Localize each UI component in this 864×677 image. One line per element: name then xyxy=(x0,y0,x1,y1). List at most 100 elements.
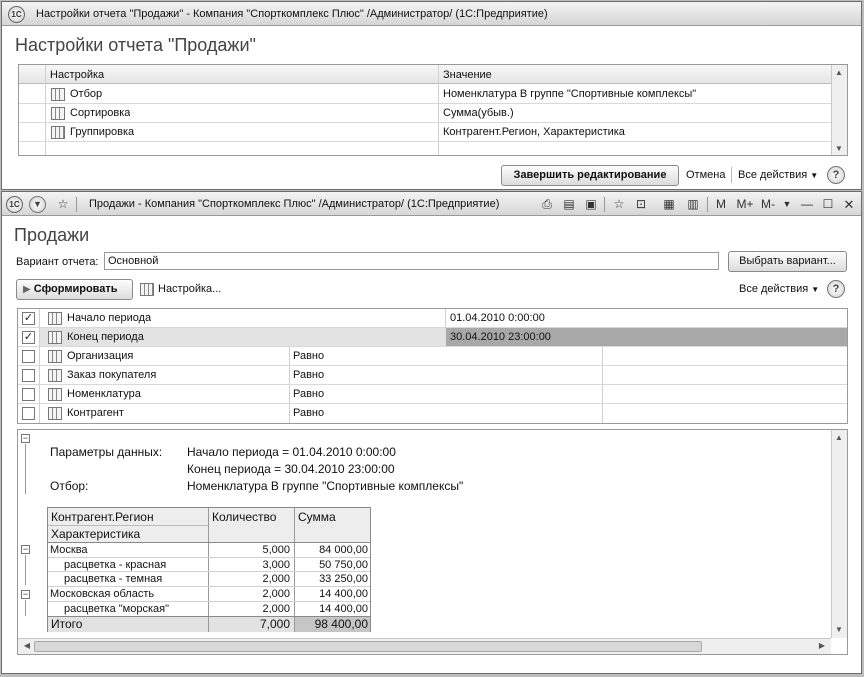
scroll-up-icon[interactable]: ▲ xyxy=(832,431,846,445)
finish-editing-button[interactable]: Завершить редактирование xyxy=(501,165,679,186)
total-quantity: 7,000 xyxy=(259,617,290,631)
parameter-icon xyxy=(48,388,62,401)
parameter-icon xyxy=(48,312,62,325)
param-condition[interactable]: Равно xyxy=(293,385,324,403)
scroll-up-icon[interactable]: ▲ xyxy=(832,66,846,80)
minimize-icon[interactable]: — xyxy=(800,196,814,213)
param-line-start: Начало периода = 01.04.2010 0:00:00 xyxy=(187,445,396,459)
calculator-icon[interactable]: ▦ xyxy=(661,196,677,213)
param-line-end: Конец периода = 30.04.2010 23:00:00 xyxy=(187,462,395,476)
row-quantity: 2,000 xyxy=(262,603,290,615)
param-name: Заказ покупателя xyxy=(67,369,157,381)
maximize-icon[interactable]: ☐ xyxy=(821,196,835,213)
column-header-quantity: Количество xyxy=(212,510,277,524)
preview-icon[interactable]: ▤ xyxy=(561,196,577,213)
param-name: Начало периода xyxy=(67,312,152,324)
param-condition[interactable]: Равно xyxy=(293,366,324,384)
scrollbar-thumb[interactable] xyxy=(34,641,702,652)
param-checkbox[interactable] xyxy=(22,388,35,401)
all-actions-label: Все действия xyxy=(738,169,808,181)
parameter-icon xyxy=(48,350,62,363)
param-value[interactable]: 30.04.2010 23:00:00 xyxy=(450,328,551,346)
column-header-setting[interactable]: Настройка xyxy=(50,66,430,84)
param-checkbox[interactable] xyxy=(22,407,35,420)
param-condition[interactable]: Равно xyxy=(293,404,324,422)
favorites-icon[interactable]: ☆ xyxy=(611,196,627,213)
memory-plus-button[interactable]: M+ xyxy=(735,196,755,213)
collapse-icon[interactable]: − xyxy=(21,545,30,554)
scroll-down-icon[interactable]: ▼ xyxy=(832,142,846,155)
filter-value: Номенклатура В группе "Спортивные компле… xyxy=(187,479,464,493)
all-actions-label: Все действия xyxy=(739,283,809,295)
setting-name: Сортировка xyxy=(70,107,131,119)
vertical-scrollbar[interactable]: ▲ ▼ xyxy=(831,430,847,638)
variant-field[interactable]: Основной xyxy=(104,252,719,270)
setting-name: Отбор xyxy=(70,88,103,100)
history-icon[interactable]: ⊡ xyxy=(633,196,649,213)
scroll-left-icon[interactable]: ◀ xyxy=(20,639,34,653)
param-name: Конец периода xyxy=(67,331,144,343)
report-settings-window: 1С Настройки отчета "Продажи" - Компания… xyxy=(1,1,862,190)
page-title: Настройки отчета "Продажи" xyxy=(15,35,256,55)
params-label: Параметры данных: xyxy=(50,445,163,459)
help-icon[interactable]: ? xyxy=(827,166,845,184)
param-checkbox[interactable] xyxy=(22,369,35,382)
row-quantity: 3,000 xyxy=(262,559,290,571)
row-label: Москва xyxy=(50,544,88,556)
parameters-table: ✓ Начало периода 01.04.2010 0:00:00 ✓ Ко… xyxy=(17,308,848,424)
play-icon: ▶ xyxy=(23,284,31,295)
sales-report-window: 1С ▼ ☆ Продажи - Компания "Спорткомплекс… xyxy=(1,191,862,674)
help-icon[interactable]: ? xyxy=(827,280,845,298)
param-checkbox[interactable]: ✓ xyxy=(22,312,35,325)
param-condition[interactable]: Равно xyxy=(293,347,324,365)
dropdown-arrow-icon: ▼ xyxy=(810,171,819,180)
close-icon[interactable]: ✕ xyxy=(842,196,856,213)
scroll-down-icon[interactable]: ▼ xyxy=(832,623,846,637)
window-title: Продажи - Компания "Спорткомплекс Плюс" … xyxy=(89,198,500,210)
window-titlebar: 1С ▼ ☆ Продажи - Компания "Спорткомплекс… xyxy=(2,192,861,216)
row-label: Московская область xyxy=(50,588,155,600)
parameter-icon xyxy=(48,331,62,344)
param-value[interactable]: 01.04.2010 0:00:00 xyxy=(450,309,545,327)
calendar-icon[interactable]: ▥ xyxy=(685,196,701,213)
report-table: Контрагент.Регион Характеристика Количес… xyxy=(47,507,371,632)
choose-variant-button[interactable]: Выбрать вариант... xyxy=(728,251,847,272)
generate-button-label: Сформировать xyxy=(33,283,118,295)
chevron-down-icon[interactable]: ▼ xyxy=(780,196,794,213)
collapse-icon[interactable]: − xyxy=(21,434,30,443)
cancel-button[interactable]: Отмена xyxy=(686,169,725,181)
memory-minus-button[interactable]: M- xyxy=(759,196,777,213)
all-actions-menu[interactable]: Все действия ▼ xyxy=(739,283,819,295)
column-header-characteristic: Характеристика xyxy=(51,527,141,541)
print-icon[interactable]: ⎙ xyxy=(539,196,555,213)
setting-value: Контрагент.Регион, Характеристика xyxy=(443,126,625,138)
column-header-value[interactable]: Значение xyxy=(443,66,823,84)
save-icon[interactable]: ▣ xyxy=(583,196,599,213)
collapse-icon[interactable]: − xyxy=(21,590,30,599)
memory-m-button[interactable]: M xyxy=(714,196,728,213)
variant-label: Вариант отчета: xyxy=(16,256,99,268)
app-logo-icon[interactable]: 1С xyxy=(6,196,23,213)
column-header-region: Контрагент.Регион xyxy=(51,510,154,524)
total-sum: 98 400,00 xyxy=(314,617,368,631)
all-actions-menu[interactable]: Все действия ▼ xyxy=(738,169,818,181)
parameter-icon xyxy=(48,407,62,420)
row-sum: 14 400,00 xyxy=(319,603,368,615)
favorite-star-icon[interactable]: ☆ xyxy=(55,196,71,213)
row-quantity: 2,000 xyxy=(262,573,290,585)
row-label: расцветка - темная xyxy=(64,573,163,585)
row-label: расцветка "морская" xyxy=(64,603,170,615)
window-titlebar: 1С Настройки отчета "Продажи" - Компания… xyxy=(2,2,861,26)
sort-icon xyxy=(51,107,65,120)
app-logo-icon[interactable]: 1С xyxy=(8,6,25,23)
param-checkbox[interactable]: ✓ xyxy=(22,331,35,344)
param-checkbox[interactable] xyxy=(22,350,35,363)
vertical-scrollbar[interactable]: ▲ ▼ xyxy=(831,65,847,155)
settings-button[interactable]: Настройка... xyxy=(158,283,221,295)
scroll-right-icon[interactable]: ▶ xyxy=(815,639,829,653)
horizontal-scrollbar[interactable]: ◀ ▶ xyxy=(18,638,831,654)
row-sum: 50 750,00 xyxy=(319,559,368,571)
generate-button[interactable]: ▶ Сформировать xyxy=(16,279,133,300)
column-header-sum: Сумма xyxy=(298,510,336,524)
chevron-down-icon[interactable]: ▼ xyxy=(29,196,46,213)
